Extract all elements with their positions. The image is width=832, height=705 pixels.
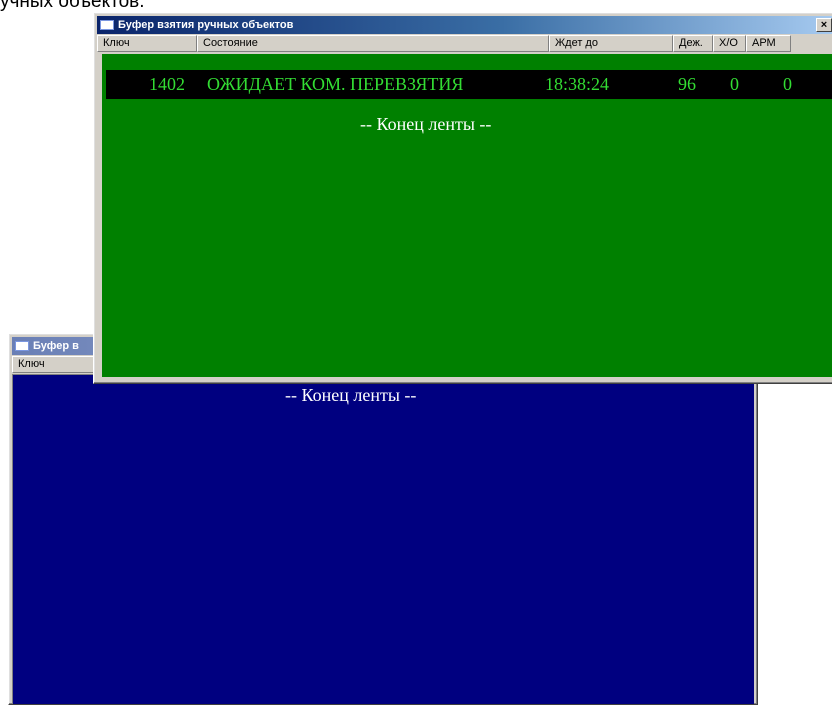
column-header-wait-until[interactable]: Ждет до	[549, 35, 673, 52]
column-header-ho[interactable]: Х/О	[713, 35, 746, 52]
window-title: Буфер в	[33, 340, 79, 352]
window-title: Буфер взятия ручных объектов	[118, 19, 294, 31]
cell-state: ОЖИДАЕТ КОМ. ПЕРЕВЗЯТИЯ	[207, 74, 464, 94]
title-bar[interactable]: Буфер взятия ручных объектов ×	[97, 16, 832, 34]
buffer-window-active[interactable]: Буфер взятия ручных объектов × Ключ Сост…	[93, 12, 832, 384]
cell-duty: 96	[678, 74, 696, 94]
cell-arm: 0	[783, 74, 792, 94]
column-header-key[interactable]: Ключ	[97, 35, 197, 52]
column-header-state[interactable]: Состояние	[197, 35, 549, 52]
buffer-window-inactive[interactable]: Буфер в Ключ -- Конец ленты --	[8, 333, 758, 705]
cell-wait-until: 18:38:24	[545, 74, 610, 94]
close-button[interactable]: ×	[816, 18, 832, 32]
column-header-row: Ключ Состояние Ждет до Деж. Х/О АРМ	[97, 35, 832, 52]
object-list-inactive[interactable]: -- Конец ленты --	[12, 374, 754, 704]
cell-key: 1402	[149, 74, 185, 94]
window-icon	[15, 341, 29, 351]
window-icon	[100, 20, 114, 30]
table-row[interactable]: 1402 ОЖИДАЕТ КОМ. ПЕРЕВЗЯТИЯ 18:38:24 96…	[106, 70, 832, 99]
column-header-arm[interactable]: АРМ	[746, 35, 791, 52]
close-icon: ×	[820, 19, 828, 31]
object-list[interactable]: 1402 ОЖИДАЕТ КОМ. ПЕРЕВЗЯТИЯ 18:38:24 96…	[102, 54, 832, 377]
end-of-tape-label: -- Конец ленты --	[285, 385, 417, 405]
cell-ho: 0	[730, 74, 739, 94]
column-header-duty[interactable]: Деж.	[673, 35, 713, 52]
end-of-tape-label: -- Конец ленты --	[360, 114, 492, 134]
